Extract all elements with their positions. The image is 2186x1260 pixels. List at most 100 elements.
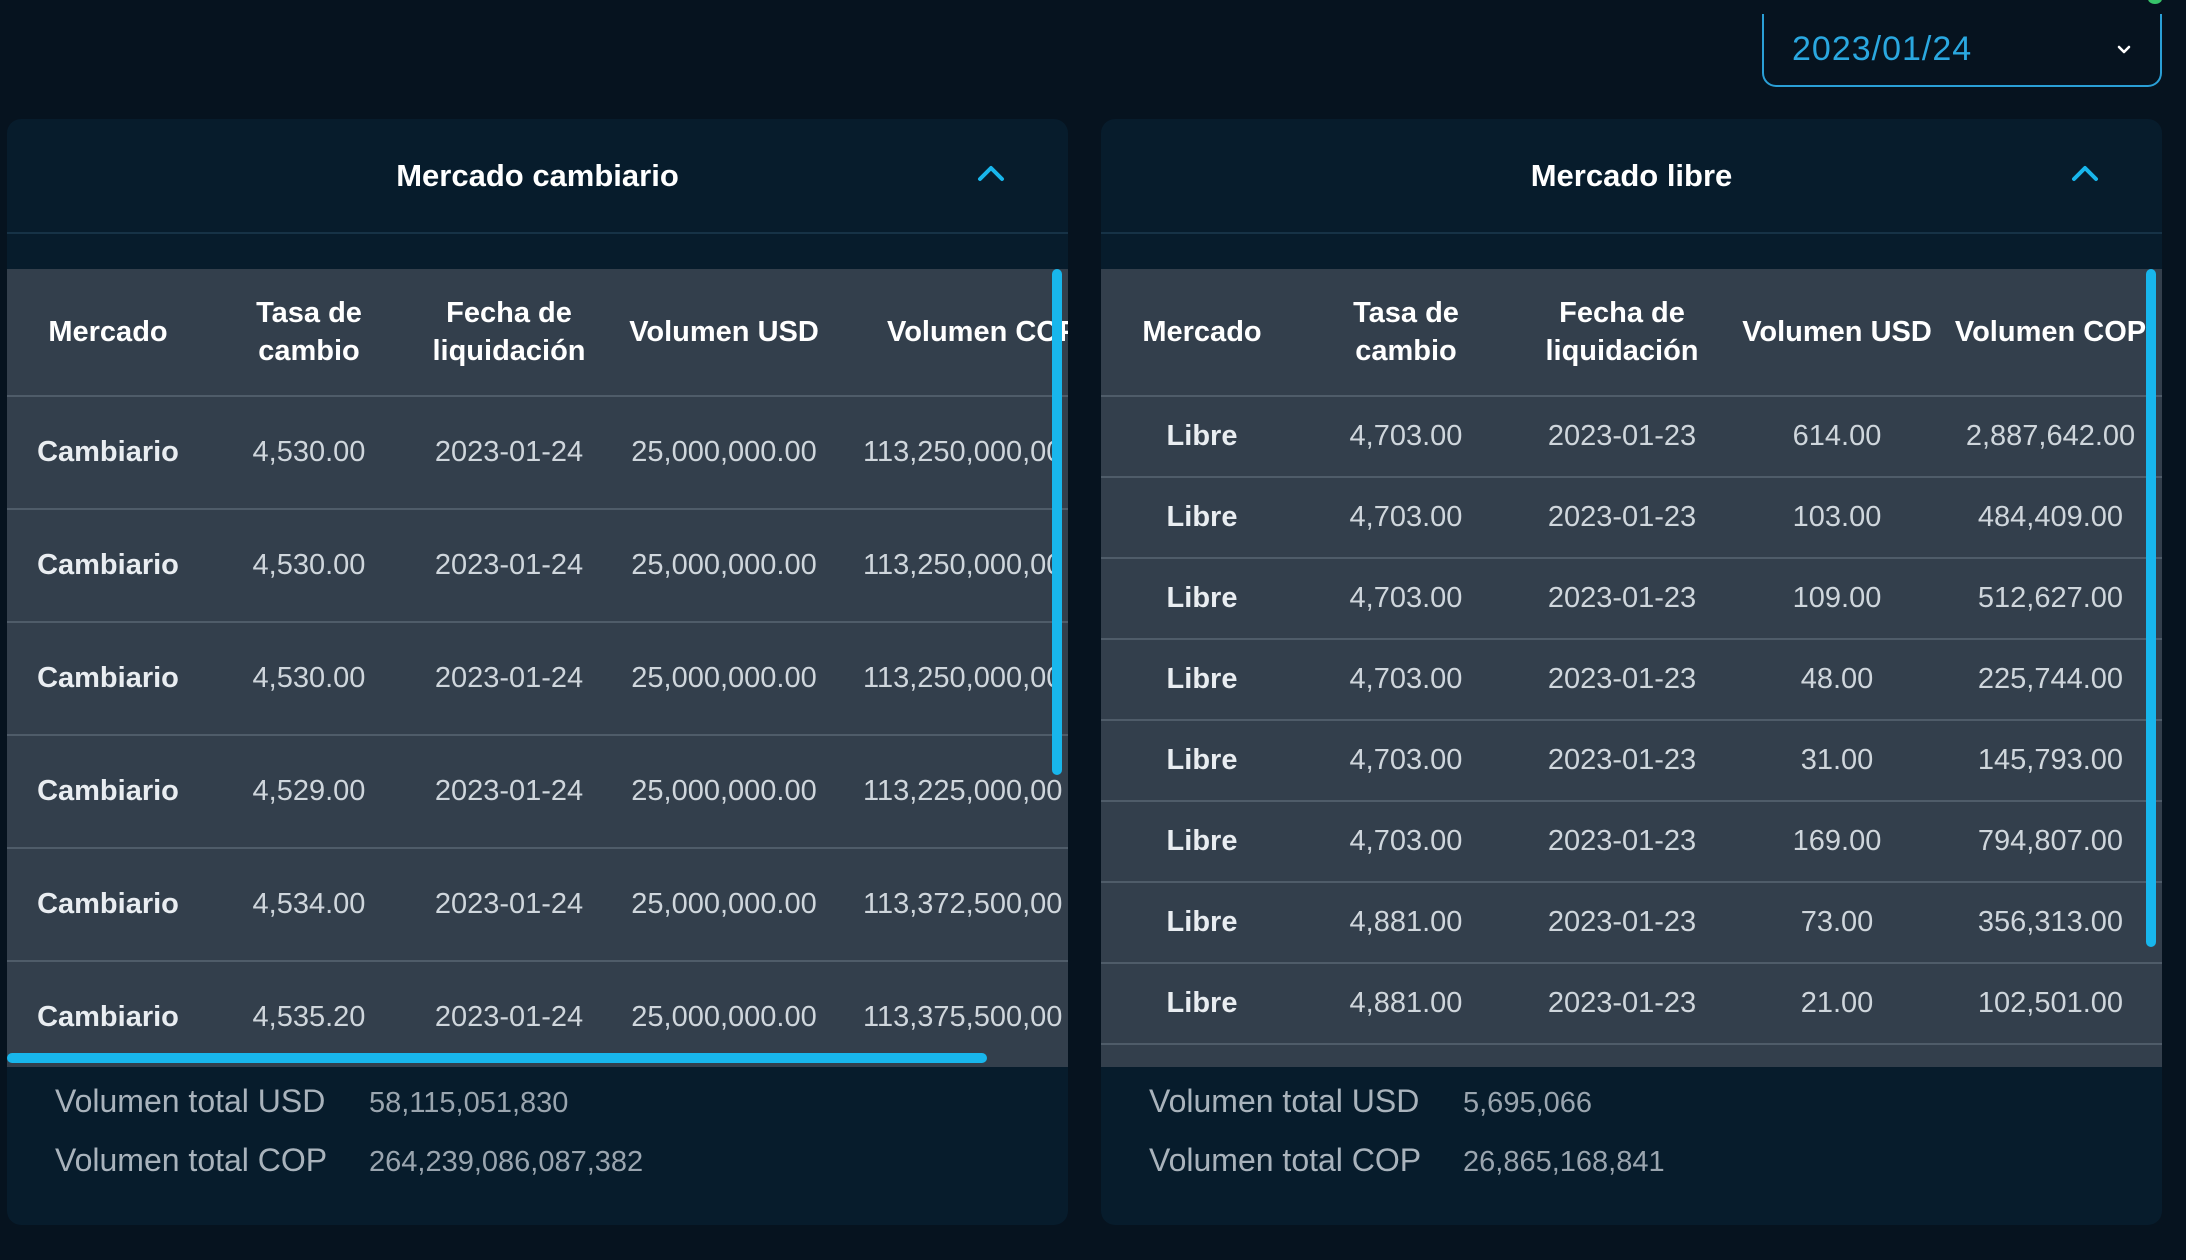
column-header-fecha[interactable]: Fecha de liquidación bbox=[1509, 269, 1735, 397]
table-row[interactable]: Libre 4,703.00 2023-01-23 31.00 145,793.… bbox=[1101, 720, 2162, 802]
cell-volumen-cop: 113,375,500,00 bbox=[839, 961, 1068, 1067]
table-row[interactable]: Cambiario 4,534.00 2023-01-24 25,000,000… bbox=[7, 848, 1068, 962]
cell-volumen-cop: 113,250,000,00 bbox=[839, 396, 1068, 510]
table-row[interactable]: Cambiario 4,530.00 2023-01-24 25,000,000… bbox=[7, 622, 1068, 736]
collapse-button[interactable] bbox=[974, 159, 1008, 193]
column-header-volumen-cop[interactable]: Volumen COP bbox=[839, 269, 1068, 397]
column-header-tasa[interactable]: Tasa de cambio bbox=[209, 269, 409, 397]
column-header-mercado[interactable]: Mercado bbox=[1101, 269, 1303, 397]
cell-tasa: 4,535.20 bbox=[209, 961, 409, 1067]
cell-fecha: 2023-01-24 bbox=[409, 848, 609, 962]
cell-mercado: Libre bbox=[1101, 801, 1303, 883]
vertical-scrollbar[interactable] bbox=[1052, 269, 1062, 775]
column-header-mercado[interactable]: Mercado bbox=[7, 269, 209, 397]
cell-fecha: 2023-01-23 bbox=[1509, 477, 1735, 559]
total-usd-label: Volumen total USD bbox=[1149, 1083, 1420, 1119]
total-cop-label: Volumen total COP bbox=[1149, 1142, 1422, 1178]
cell-volumen-cop: 113,250,000,00 bbox=[839, 509, 1068, 623]
cell-mercado: Libre bbox=[1101, 882, 1303, 964]
table-row[interactable]: Cambiario 4,530.00 2023-01-24 25,000,000… bbox=[7, 509, 1068, 623]
cell-fecha: 2023-01-24 bbox=[409, 622, 609, 736]
table-scroll-area[interactable]: Mercado Tasa de cambio Fecha de liquidac… bbox=[1101, 269, 2162, 1067]
cell-volumen-usd: 25,000,000.00 bbox=[609, 509, 839, 623]
date-dropdown[interactable]: 2023/01/24 bbox=[1762, 14, 2162, 87]
total-cop-row: Volumen total COP 264,239,086,087,382 bbox=[55, 1142, 643, 1201]
table-row[interactable]: Libre 4,703.00 2023-01-23 169.00 794,807… bbox=[1101, 801, 2162, 883]
totals-section: Volumen total USD 58,115,051,830 Volumen… bbox=[55, 1083, 643, 1201]
column-header-volumen-usd[interactable]: Volumen USD bbox=[609, 269, 839, 397]
cell-volumen-usd: 169.00 bbox=[1735, 801, 1939, 883]
cell-tasa: 4,534.00 bbox=[209, 848, 409, 962]
cell-tasa: 4,881.00 bbox=[1303, 882, 1509, 964]
column-header-volumen-usd[interactable]: Volumen USD bbox=[1735, 269, 1939, 397]
table-row[interactable]: Libre 4,703.00 2023-01-23 614.00 2,887,6… bbox=[1101, 396, 2162, 478]
cell-fecha: 2023-01-23 bbox=[1509, 801, 1735, 883]
total-usd-value: 58,115,051,830 bbox=[369, 1087, 569, 1119]
totals-section: Volumen total USD 5,695,066 Volumen tota… bbox=[1149, 1083, 1665, 1201]
cell-volumen-cop: 484,409.00 bbox=[1939, 477, 2162, 559]
table-row[interactable]: Libre 4,703.00 2023-01-23 103.00 484,409… bbox=[1101, 477, 2162, 559]
column-header-fecha[interactable]: Fecha de liquidación bbox=[409, 269, 609, 397]
cell-volumen-cop: 113,372,500,00 bbox=[839, 848, 1068, 962]
panel-title: Mercado cambiario bbox=[396, 157, 679, 193]
chevron-up-icon bbox=[976, 163, 1006, 188]
cell-mercado: Cambiario bbox=[7, 622, 209, 736]
column-header-tasa[interactable]: Tasa de cambio bbox=[1303, 269, 1509, 397]
cell-fecha: 2023-01-23 bbox=[1509, 639, 1735, 721]
cell-volumen-usd: 614.00 bbox=[1735, 396, 1939, 478]
cell-volumen-cop: 794,807.00 bbox=[1939, 801, 2162, 883]
column-header-volumen-cop[interactable]: Volumen COP bbox=[1939, 269, 2162, 397]
cell-fecha: 2023-01-24 bbox=[409, 961, 609, 1067]
cell-volumen-cop: 113,250,000,00 bbox=[839, 622, 1068, 736]
table-row[interactable]: Cambiario 4,535.20 2023-01-24 25,000,000… bbox=[7, 961, 1068, 1067]
total-usd-value: 5,695,066 bbox=[1463, 1087, 1593, 1119]
cell-volumen-usd: 48.00 bbox=[1735, 639, 1939, 721]
cell-volumen-usd: 25,000,000.00 bbox=[609, 622, 839, 736]
cell-mercado: Libre bbox=[1101, 639, 1303, 721]
table-row[interactable]: Libre 4,881.00 2023-01-23 21.00 102,501.… bbox=[1101, 963, 2162, 1045]
horizontal-scrollbar[interactable] bbox=[7, 1053, 987, 1063]
panel-title: Mercado libre bbox=[1530, 157, 1733, 193]
cell-fecha: 2023-01-23 bbox=[1509, 396, 1735, 478]
chevron-up-icon bbox=[2070, 163, 2100, 188]
vertical-scrollbar[interactable] bbox=[2146, 269, 2156, 947]
cell-volumen-usd: 25,000,000.00 bbox=[609, 396, 839, 510]
data-table: Mercado Tasa de cambio Fecha de liquidac… bbox=[7, 269, 1068, 1067]
table-row[interactable]: Cambiario 4,529.00 2023-01-24 25,000,000… bbox=[7, 735, 1068, 849]
cell-volumen-usd: 31.00 bbox=[1735, 720, 1939, 802]
table-row[interactable]: Libre 4,703.00 2023-01-23 109.00 512,627… bbox=[1101, 558, 2162, 640]
cell-fecha: 2023-01-24 bbox=[409, 735, 609, 849]
total-usd-row: Volumen total USD 5,695,066 bbox=[1149, 1083, 1665, 1142]
date-value: 2023/01/24 bbox=[1792, 30, 1973, 68]
total-cop-value: 26,865,168,841 bbox=[1463, 1146, 1665, 1178]
cell-mercado: Libre bbox=[1101, 720, 1303, 802]
total-usd-label: Volumen total USD bbox=[55, 1083, 326, 1119]
cell-tasa: 4,703.00 bbox=[1303, 558, 1509, 640]
total-cop-label: Volumen total COP bbox=[55, 1142, 328, 1178]
total-cop-value: 264,239,086,087,382 bbox=[369, 1146, 644, 1178]
table-scroll-area[interactable]: Mercado Tasa de cambio Fecha de liquidac… bbox=[7, 269, 1068, 1067]
cell-volumen-cop: 356,313.00 bbox=[1939, 882, 2162, 964]
table-row[interactable]: Cambiario 4,530.00 2023-01-24 25,000,000… bbox=[7, 396, 1068, 510]
cell-volumen-usd: 25,000,000.00 bbox=[609, 848, 839, 962]
panel-header: Mercado cambiario bbox=[7, 119, 1068, 234]
cell-mercado: Cambiario bbox=[7, 509, 209, 623]
collapse-button[interactable] bbox=[2068, 159, 2102, 193]
chevron-down-icon bbox=[2116, 42, 2132, 58]
cell-fecha: 2023-01-24 bbox=[409, 509, 609, 623]
table-row[interactable]: Libre 4,881.00 2023-01-23 73.00 356,313.… bbox=[1101, 882, 2162, 964]
cell-fecha: 2023-01-23 bbox=[1509, 963, 1735, 1045]
cell-tasa: 4,530.00 bbox=[209, 396, 409, 510]
cell-volumen-cop: 225,744.00 bbox=[1939, 639, 2162, 721]
data-table: Mercado Tasa de cambio Fecha de liquidac… bbox=[1101, 269, 2162, 1045]
table-row[interactable]: Libre 4,703.00 2023-01-23 48.00 225,744.… bbox=[1101, 639, 2162, 721]
cell-volumen-usd: 21.00 bbox=[1735, 963, 1939, 1045]
cell-mercado: Cambiario bbox=[7, 961, 209, 1067]
cell-volumen-usd: 109.00 bbox=[1735, 558, 1939, 640]
cell-mercado: Libre bbox=[1101, 963, 1303, 1045]
cell-tasa: 4,703.00 bbox=[1303, 720, 1509, 802]
panel-header: Mercado libre bbox=[1101, 119, 2162, 234]
cell-volumen-usd: 25,000,000.00 bbox=[609, 961, 839, 1067]
total-usd-row: Volumen total USD 58,115,051,830 bbox=[55, 1083, 643, 1142]
cell-fecha: 2023-01-23 bbox=[1509, 558, 1735, 640]
